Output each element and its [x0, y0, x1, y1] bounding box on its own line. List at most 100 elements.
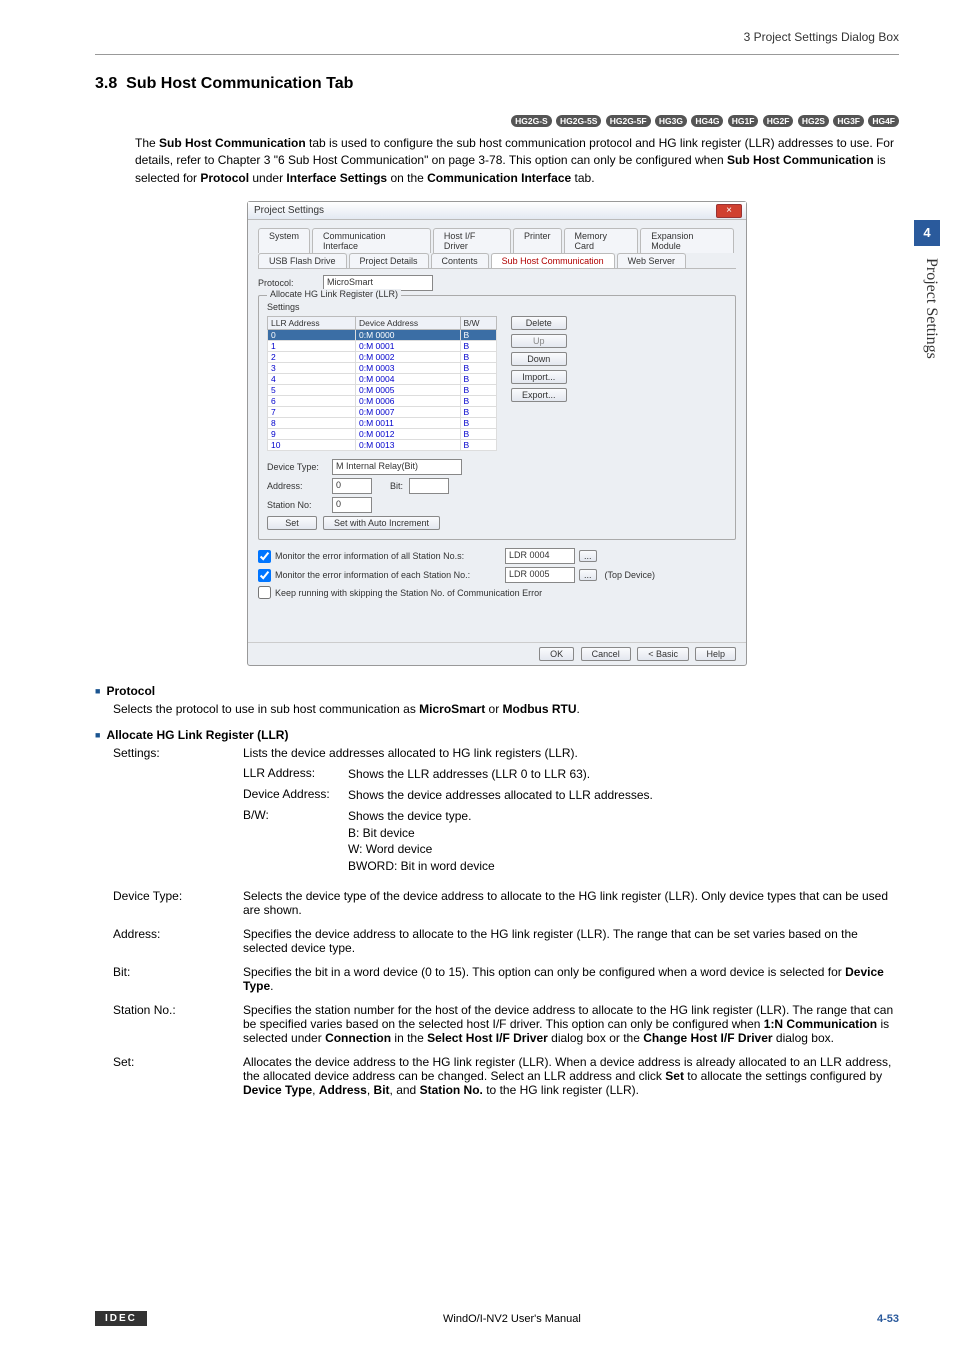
t: dialog box or the [548, 1031, 643, 1045]
station-no-input[interactable]: 0 [332, 497, 372, 513]
t: Bit [374, 1083, 390, 1097]
station-no-label: Station No: [267, 500, 332, 510]
c: 2 [268, 352, 356, 363]
table-row[interactable]: 50:M 0005B [268, 385, 497, 396]
protocol-heading: Protocol [95, 684, 899, 698]
address-input[interactable]: 0 [332, 478, 372, 494]
t: 1:N Communication [764, 1017, 877, 1031]
c: B [460, 396, 497, 407]
table-row[interactable]: 60:M 0006B [268, 396, 497, 407]
monitor-each-value[interactable]: LDR 0005 [505, 567, 575, 583]
up-button[interactable]: Up [511, 334, 567, 348]
col-bw: B/W [460, 317, 497, 330]
table-row[interactable]: 10:M 0001B [268, 341, 497, 352]
table-row[interactable]: 20:M 0002B [268, 352, 497, 363]
c: 0:M 0006 [356, 396, 460, 407]
table-row[interactable]: 30:M 0003B [268, 363, 497, 374]
allocate-llr-group: Allocate HG Link Register (LLR) Settings… [258, 295, 736, 540]
bit-field-label: Bit: [113, 965, 243, 993]
table-row[interactable]: 90:M 0012B [268, 429, 497, 440]
llr-table[interactable]: LLR Address Device Address B/W 00:M 0000… [267, 316, 497, 451]
export-button[interactable]: Export... [511, 388, 567, 402]
section-number: 3.8 [95, 75, 117, 92]
chapter-tab-number: 4 [914, 220, 940, 246]
set-button[interactable]: Set [267, 516, 317, 530]
table-row[interactable]: 100:M 0013B [268, 440, 497, 451]
tab-project-details[interactable]: Project Details [349, 253, 429, 268]
llr-addr-label: LLR Address: [243, 766, 348, 783]
badge: HG2G-5S [556, 115, 601, 127]
ok-button[interactable]: OK [539, 647, 574, 661]
monitor-each-label: Monitor the error information of each St… [275, 570, 505, 580]
t: under [249, 171, 286, 185]
protocol-label: Protocol: [258, 278, 323, 288]
llr-addr-desc: Shows the LLR addresses (LLR 0 to LLR 63… [348, 766, 899, 783]
tab-sub-host-comm[interactable]: Sub Host Communication [491, 253, 615, 268]
t: Set [665, 1069, 684, 1083]
address-desc: Specifies the device address to allocate… [243, 927, 899, 955]
dialog-title: Project Settings [254, 205, 324, 216]
c: 0:M 0004 [356, 374, 460, 385]
t: . [577, 702, 580, 716]
keep-running-checkbox[interactable] [258, 586, 271, 599]
device-type-desc: Selects the device type of the device ad… [243, 889, 899, 917]
tab-printer[interactable]: Printer [513, 228, 562, 253]
c: 0:M 0002 [356, 352, 460, 363]
table-row[interactable]: 70:M 0007B [268, 407, 497, 418]
cancel-button[interactable]: Cancel [581, 647, 631, 661]
import-button[interactable]: Import... [511, 370, 567, 384]
c: B [460, 429, 497, 440]
col-dev: Device Address [356, 317, 460, 330]
t: Selects the protocol to use in sub host … [113, 702, 419, 716]
tab-host-if-driver[interactable]: Host I/F Driver [433, 228, 511, 253]
delete-button[interactable]: Delete [511, 316, 567, 330]
c: 8 [268, 418, 356, 429]
browse-button[interactable]: ... [579, 569, 597, 581]
badge: HG1F [728, 115, 759, 127]
monitor-each-checkbox[interactable] [258, 569, 271, 582]
t: Protocol [200, 171, 249, 185]
browse-button[interactable]: ... [579, 550, 597, 562]
t: Select Host I/F Driver [427, 1031, 548, 1045]
table-row[interactable]: 80:M 0011B [268, 418, 497, 429]
c: 0:M 0013 [356, 440, 460, 451]
down-button[interactable]: Down [511, 352, 567, 366]
t: tab. [571, 171, 594, 185]
bit-input[interactable] [409, 478, 449, 494]
dev-addr-desc: Shows the device addresses allocated to … [348, 787, 899, 804]
c: 10 [268, 440, 356, 451]
tab-memory-card[interactable]: Memory Card [564, 228, 639, 253]
tab-expansion-module[interactable]: Expansion Module [640, 228, 734, 253]
badge: HG2F [763, 115, 794, 127]
badge: HG2G-5F [606, 115, 651, 127]
dialog-tabs: System Communication Interface Host I/F … [258, 228, 736, 269]
device-type-combo[interactable]: M Internal Relay(Bit) [332, 459, 462, 475]
table-row[interactable]: 40:M 0004B [268, 374, 497, 385]
t: , [312, 1083, 319, 1097]
t: 53 [887, 1313, 899, 1325]
protocol-description: Selects the protocol to use in sub host … [113, 702, 899, 716]
t: to the HG link register (LLR). [483, 1083, 639, 1097]
top-device-label: (Top Device) [605, 570, 656, 580]
intro-paragraph: The Sub Host Communication tab is used t… [135, 135, 899, 187]
keep-running-label: Keep running with skipping the Station N… [275, 588, 542, 598]
t: Sub Host Communication [727, 153, 874, 167]
close-icon[interactable]: × [716, 204, 742, 218]
set-auto-increment-button[interactable]: Set with Auto Increment [323, 516, 440, 530]
tab-usb-flash[interactable]: USB Flash Drive [258, 253, 347, 268]
t: in the [391, 1031, 427, 1045]
allocate-heading: Allocate HG Link Register (LLR) [95, 728, 899, 742]
tab-web-server[interactable]: Web Server [617, 253, 686, 268]
monitor-all-value[interactable]: LDR 0004 [505, 548, 575, 564]
tab-system[interactable]: System [258, 228, 310, 253]
table-row[interactable]: 00:M 0000B [268, 330, 497, 341]
monitor-all-checkbox[interactable] [258, 550, 271, 563]
basic-button[interactable]: < Basic [637, 647, 689, 661]
tab-comm-interface[interactable]: Communication Interface [312, 228, 431, 253]
t: Connection [325, 1031, 391, 1045]
help-button[interactable]: Help [695, 647, 736, 661]
c: 7 [268, 407, 356, 418]
set-desc: Allocates the device address to the HG l… [243, 1055, 899, 1097]
tab-contents[interactable]: Contents [431, 253, 489, 268]
c: B [460, 341, 497, 352]
